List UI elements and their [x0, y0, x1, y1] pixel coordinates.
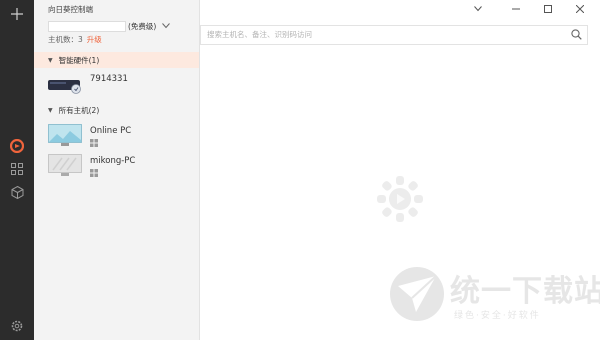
close-button[interactable]: [572, 1, 588, 17]
search-box: [200, 25, 588, 45]
download-site-watermark: 统一下载站 绿色·安全·好软件: [388, 262, 600, 332]
brand-name: 统一下载站: [450, 274, 600, 309]
sunflower-icon: [10, 139, 24, 153]
smart-hardware-device-icon: [48, 80, 81, 94]
search-icon[interactable]: [571, 29, 582, 40]
sidebar-rail: [0, 0, 34, 340]
settings-icon: [11, 320, 23, 332]
add-button[interactable]: [9, 6, 25, 22]
paper-plane-logo-icon: [390, 267, 444, 321]
app-title: 向日葵控制端: [48, 5, 93, 14]
account-level: (免费级): [128, 21, 157, 31]
windows-icon: [90, 139, 98, 147]
monitor-online-icon: [48, 124, 82, 146]
host-count-label: 主机数：3: [48, 35, 83, 44]
host-name: mikong-PC: [90, 156, 136, 166]
minimize-button[interactable]: [508, 1, 524, 17]
caret-down-icon: ▼: [48, 106, 53, 114]
host-name: Online PC: [90, 126, 132, 136]
hardware-nav[interactable]: [9, 184, 25, 200]
group-label: 所有主机(2): [58, 105, 100, 115]
host-item[interactable]: 7914331: [34, 68, 199, 102]
windows-icon: [90, 169, 98, 177]
search-input[interactable]: [201, 26, 557, 42]
account-selector[interactable]: (免费级): [48, 20, 171, 32]
account-name-masked: [48, 20, 126, 32]
settings-button[interactable]: [9, 318, 25, 334]
cube-icon: [11, 185, 23, 199]
host-count: 主机数：3 升级: [48, 34, 102, 45]
chevron-down-icon: [474, 6, 482, 12]
host-item[interactable]: mikong-PC: [34, 150, 199, 184]
group-all-hosts[interactable]: ▼ 所有主机(2): [34, 102, 199, 118]
group-label: 智能硬件(1): [58, 55, 100, 65]
monitor-offline-icon: [48, 154, 82, 176]
plus-icon: [11, 8, 23, 20]
close-icon: [576, 5, 584, 13]
minimize-icon: [512, 8, 520, 10]
maximize-button[interactable]: [540, 1, 556, 17]
chevron-down-icon: [162, 23, 171, 29]
host-item[interactable]: Online PC: [34, 120, 199, 154]
help-button[interactable]: [470, 1, 486, 17]
group-smart-hardware[interactable]: ▼ 智能硬件(1): [34, 52, 199, 68]
caret-down-icon: ▼: [48, 56, 53, 64]
grid-icon: [11, 163, 23, 175]
remote-control-nav[interactable]: [9, 138, 25, 154]
apps-nav[interactable]: [9, 161, 25, 177]
upgrade-link[interactable]: 升级: [87, 35, 102, 44]
host-name: 7914331: [90, 74, 128, 84]
title-bar: 向日葵控制端: [34, 0, 600, 18]
brand-slogan: 绿色·安全·好软件: [454, 311, 541, 321]
maximize-icon: [544, 5, 552, 13]
sunflower-watermark-icon: [377, 176, 423, 222]
